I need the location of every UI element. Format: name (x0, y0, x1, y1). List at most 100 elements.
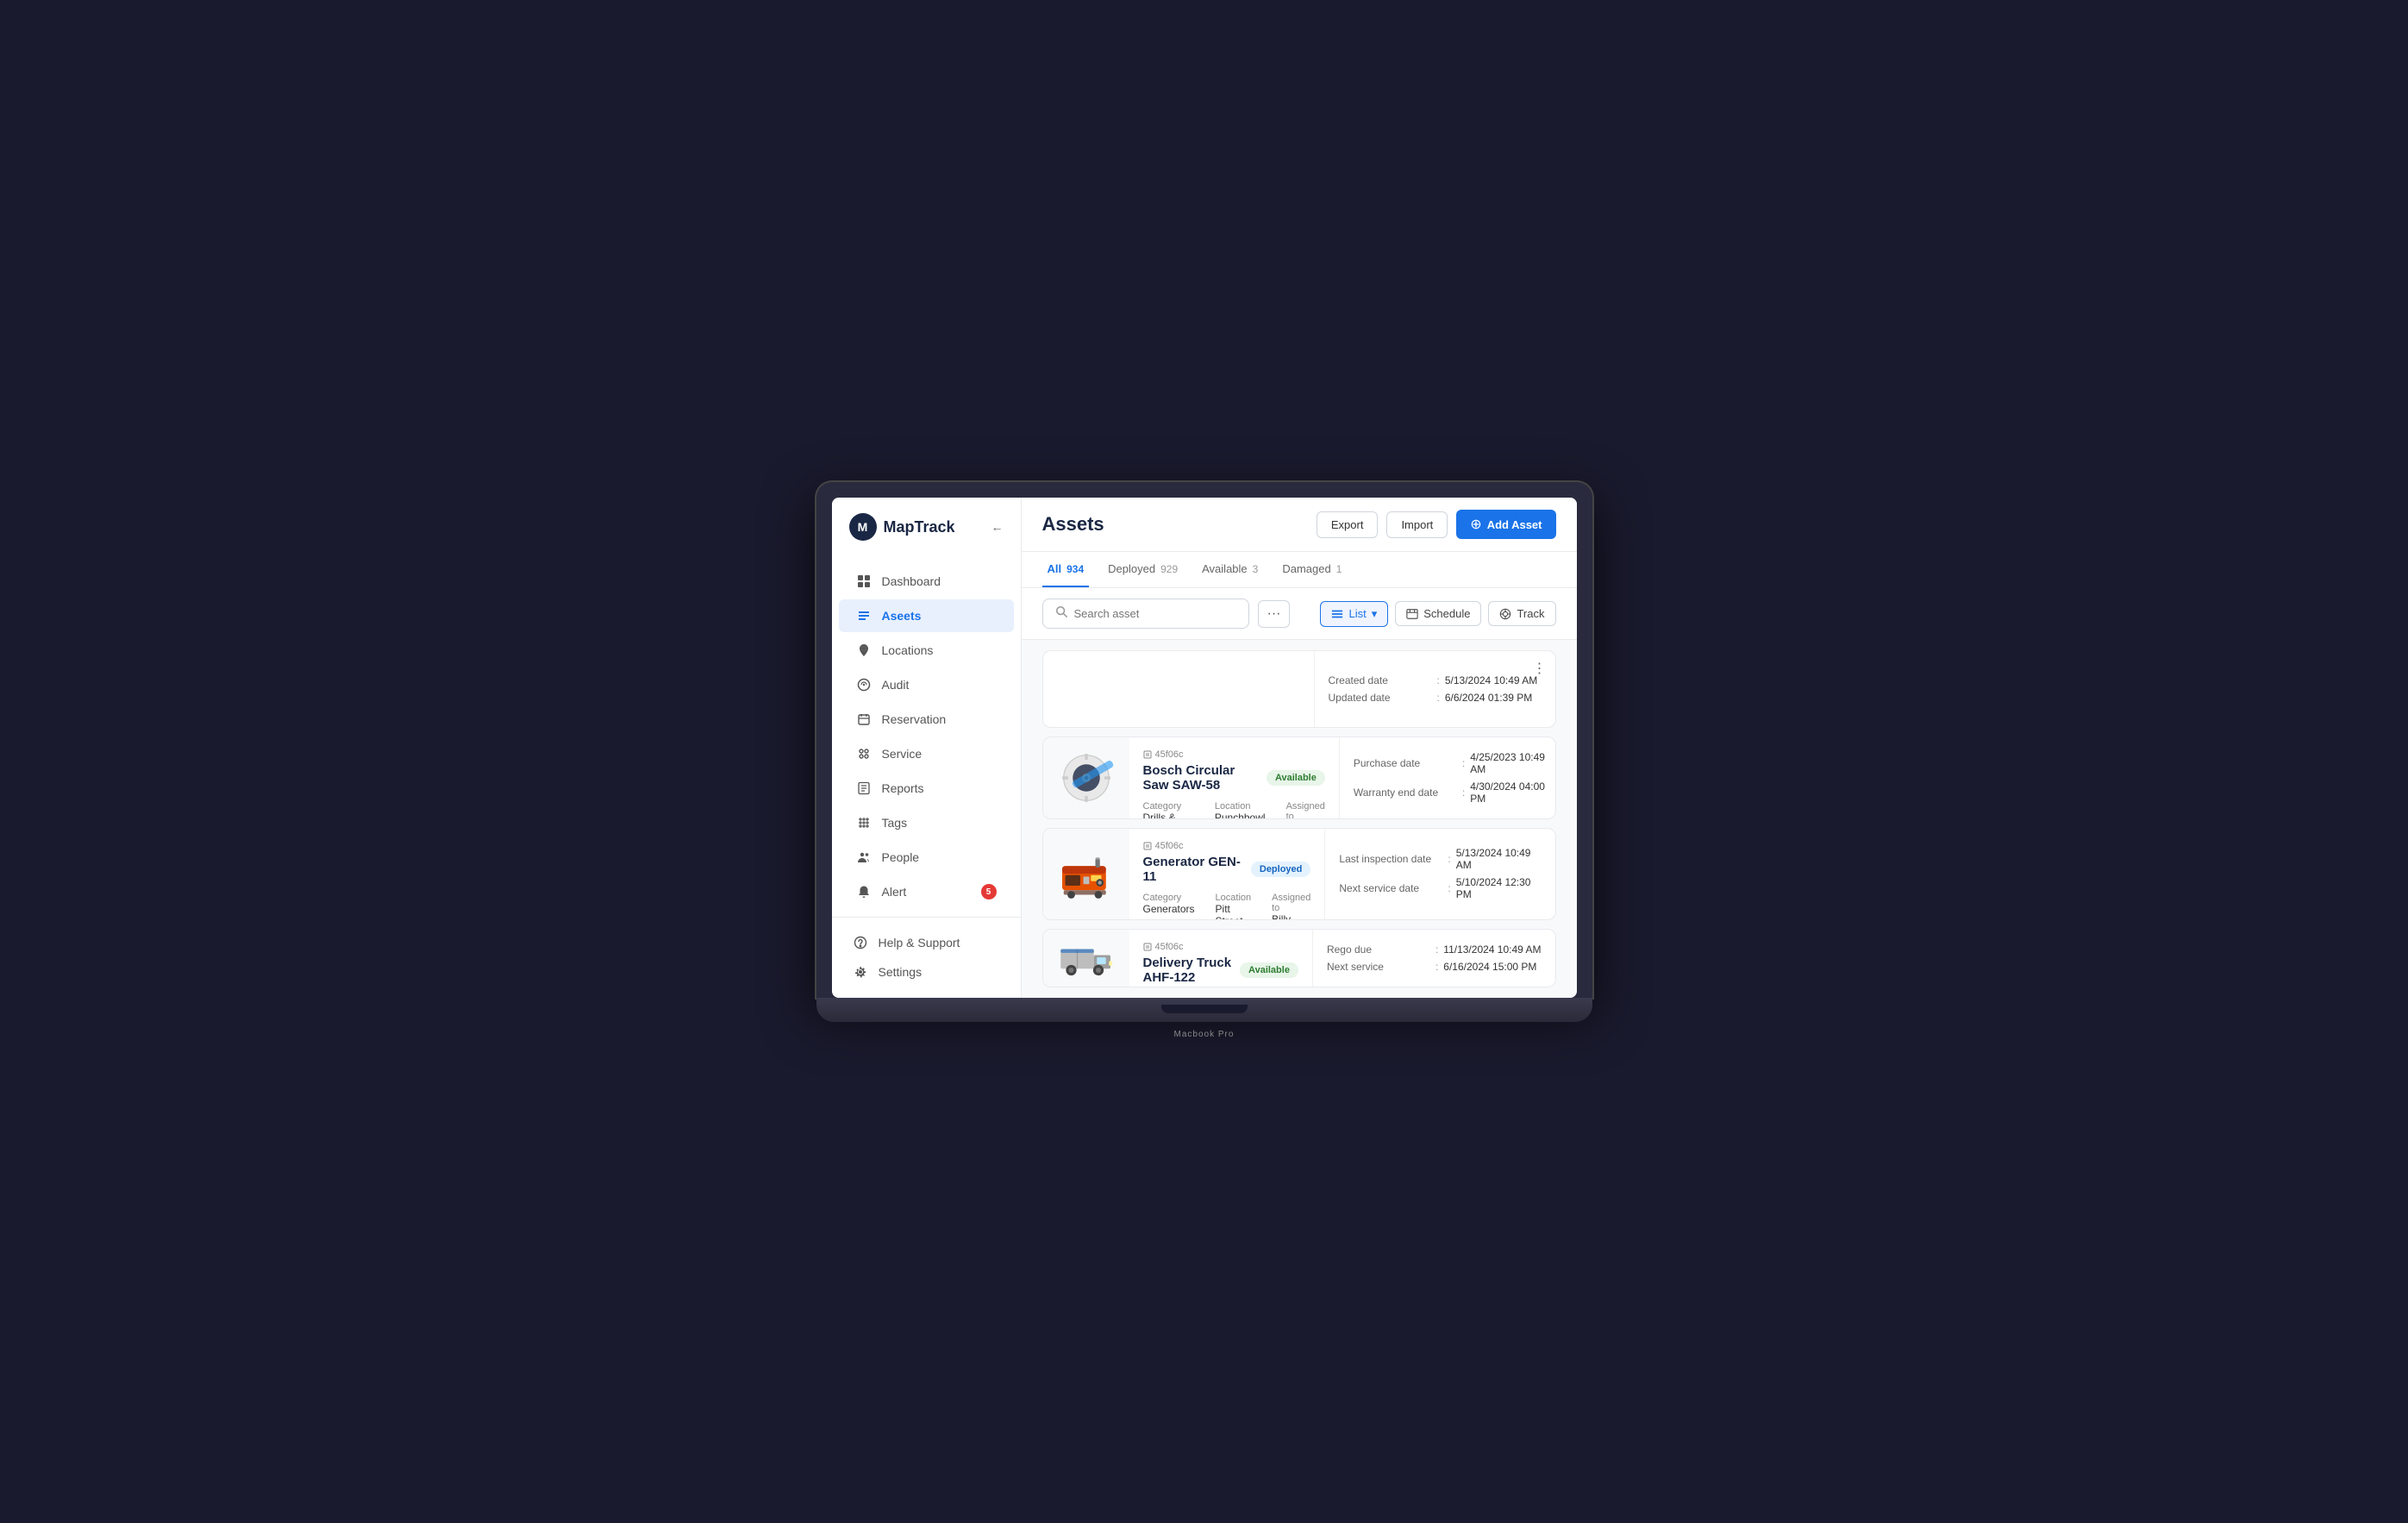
asset-name-row-3: Delivery Truck AHF-122 Available (1143, 956, 1298, 985)
sidebar-item-settings[interactable]: Settings (849, 957, 1004, 987)
meta-value-location-1: Punchbowl Yard (1215, 812, 1266, 819)
import-button[interactable]: Import (1386, 511, 1448, 538)
inspection-date-label: Last inspection date (1339, 853, 1442, 865)
reports-icon (856, 780, 872, 796)
meta-label-category-1: Category (1143, 801, 1194, 812)
top-header: Assets Export Import ⊕ Add Asset (1022, 498, 1577, 552)
schedule-label: Schedule (1423, 607, 1470, 620)
asset-dates-2: Last inspection date : 5/13/2024 10:49 A… (1324, 829, 1554, 919)
status-badge-2: Deployed (1251, 862, 1311, 877)
warranty-date-label: Warranty end date (1354, 787, 1457, 799)
tab-all-count: 934 (1066, 563, 1084, 575)
search-input-wrap[interactable] (1042, 599, 1249, 629)
tab-damaged-count: 1 (1336, 563, 1342, 575)
sidebar-label-audit: Audit (882, 678, 910, 692)
tab-all[interactable]: All 934 (1042, 552, 1090, 587)
sidebar-label-people: People (882, 850, 920, 864)
sidebar-item-people[interactable]: People (839, 841, 1014, 874)
people-icon (856, 849, 872, 865)
asset-id-1: 45f06c (1143, 749, 1325, 760)
sidebar-item-tags[interactable]: Tags (839, 806, 1014, 839)
sidebar-item-service[interactable]: Service (839, 737, 1014, 770)
asset-image-3 (1043, 930, 1129, 987)
tab-damaged[interactable]: Damaged 1 (1277, 552, 1347, 587)
sidebar-item-reservation[interactable]: Reservation (839, 703, 1014, 736)
date-row-inspection: Last inspection date : 5/13/2024 10:49 A… (1339, 847, 1541, 871)
next-service-label-3: Next service (1327, 961, 1430, 973)
schedule-view-button[interactable]: Schedule (1395, 601, 1481, 626)
user-info[interactable]: TJ Trent Jones trent@mantrack.com ▾ (849, 997, 1004, 998)
asset-image-1 (1043, 737, 1129, 818)
date-row-warranty: Warranty end date : 4/30/2024 04:00 PM (1354, 780, 1549, 805)
service-icon (856, 746, 872, 762)
purchase-date-value: 4/25/2023 10:49 AM (1470, 751, 1549, 775)
collapse-button[interactable]: ← (991, 520, 1004, 534)
sidebar-label-alert: Alert (882, 885, 907, 899)
laptop-screen: M MapTrack ← Dashboard (832, 498, 1577, 998)
meta-label-assigned-2: Assigned to (1272, 893, 1310, 913)
meta-assigned-2: Assigned to Billy Bank (1272, 893, 1310, 920)
table-row[interactable]: 45f06c Bosch Circular Saw SAW-58 Availab… (1042, 736, 1556, 819)
asset-dates-3: Rego due : 11/13/2024 10:49 AM Next serv… (1312, 930, 1555, 987)
table-row[interactable]: 45f06c Generator GEN-11 Deployed Categor… (1042, 828, 1556, 920)
sidebar-item-help[interactable]: Help & Support (849, 928, 1004, 957)
alert-icon (856, 884, 872, 899)
sidebar-label-locations: Locations (882, 643, 934, 657)
inspection-date-value: 5/13/2024 10:49 AM (1456, 847, 1542, 871)
laptop-wrapper: M MapTrack ← Dashboard (816, 482, 1592, 1041)
sidebar-item-audit[interactable]: Audit (839, 668, 1014, 701)
tab-available[interactable]: Available 3 (1197, 552, 1263, 587)
status-badge-3: Available (1240, 962, 1298, 978)
next-service-value-3: 6/16/2024 15:00 PM (1443, 961, 1536, 973)
tab-deployed[interactable]: Deployed 929 (1103, 552, 1183, 587)
asset-id-3: 45f06c (1143, 942, 1298, 952)
sidebar-item-locations[interactable]: Locations (839, 634, 1014, 667)
list-chevron-icon: ▾ (1372, 607, 1378, 621)
add-asset-button[interactable]: ⊕ Add Asset (1456, 510, 1555, 539)
meta-assigned-1: Assigned to Trent (1286, 801, 1325, 819)
list-view-button[interactable]: List ▾ (1320, 601, 1388, 627)
tab-available-count: 3 (1253, 563, 1259, 575)
sidebar-item-dashboard[interactable]: Dashboard (839, 565, 1014, 598)
rego-value: 11/13/2024 10:49 AM (1443, 943, 1541, 956)
search-input[interactable] (1074, 607, 1236, 620)
sidebar-footer-items: Help & Support Settings (849, 928, 1004, 987)
locations-icon (856, 642, 872, 658)
logo-letter: M (858, 520, 868, 534)
assets-icon (856, 608, 872, 624)
asset-name-2: Generator GEN-11 (1143, 855, 1242, 884)
asset-dates-0: Created date : 5/13/2024 10:49 AM Update… (1314, 651, 1555, 727)
tab-deployed-count: 929 (1160, 563, 1178, 575)
tab-deployed-label: Deployed (1108, 562, 1155, 575)
search-icon (1055, 605, 1067, 622)
add-asset-label: Add Asset (1487, 518, 1542, 531)
date-row-created: Created date : 5/13/2024 10:49 AM (1329, 674, 1542, 686)
asset-meta-2: Category Generators Location Pitt Street… (1143, 893, 1311, 920)
track-view-button[interactable]: Track (1488, 601, 1555, 626)
header-actions: Export Import ⊕ Add Asset (1317, 510, 1556, 539)
tab-available-label: Available (1202, 562, 1248, 575)
sidebar-item-assets[interactable]: Aseets (839, 599, 1014, 632)
meta-category-2: Category Generators (1143, 893, 1195, 920)
asset-meta-1: Category Drills & Powertools Location Pu… (1143, 801, 1325, 819)
card-menu-0[interactable]: ⋮ (1533, 660, 1547, 677)
table-row[interactable]: Created date : 5/13/2024 10:49 AM Update… (1042, 650, 1556, 728)
meta-value-category-2: Generators (1143, 903, 1195, 915)
asset-id-2: 45f06c (1143, 841, 1311, 851)
more-options-button[interactable]: ··· (1258, 600, 1291, 628)
purchase-date-label: Purchase date (1354, 757, 1457, 769)
track-label: Track (1517, 607, 1544, 620)
page-title: Assets (1042, 513, 1104, 536)
sidebar-item-alert[interactable]: Alert 5 (839, 875, 1014, 908)
app-container: M MapTrack ← Dashboard (832, 498, 1577, 998)
sidebar-label-tags: Tags (882, 816, 908, 830)
table-row[interactable]: 45f06c Delivery Truck AHF-122 Available … (1042, 929, 1556, 987)
meta-label-assigned-1: Assigned to (1286, 801, 1325, 819)
export-button[interactable]: Export (1317, 511, 1379, 538)
sidebar-label-dashboard: Dashboard (882, 574, 941, 588)
sidebar-item-reports[interactable]: Reports (839, 772, 1014, 805)
asset-name-row-1: Bosch Circular Saw SAW-58 Available (1143, 763, 1325, 793)
sidebar-label-assets: Aseets (882, 609, 922, 623)
asset-info-2: 45f06c Generator GEN-11 Deployed Categor… (1129, 829, 1325, 919)
macbook-label: Macbook Pro (1174, 1030, 1235, 1039)
